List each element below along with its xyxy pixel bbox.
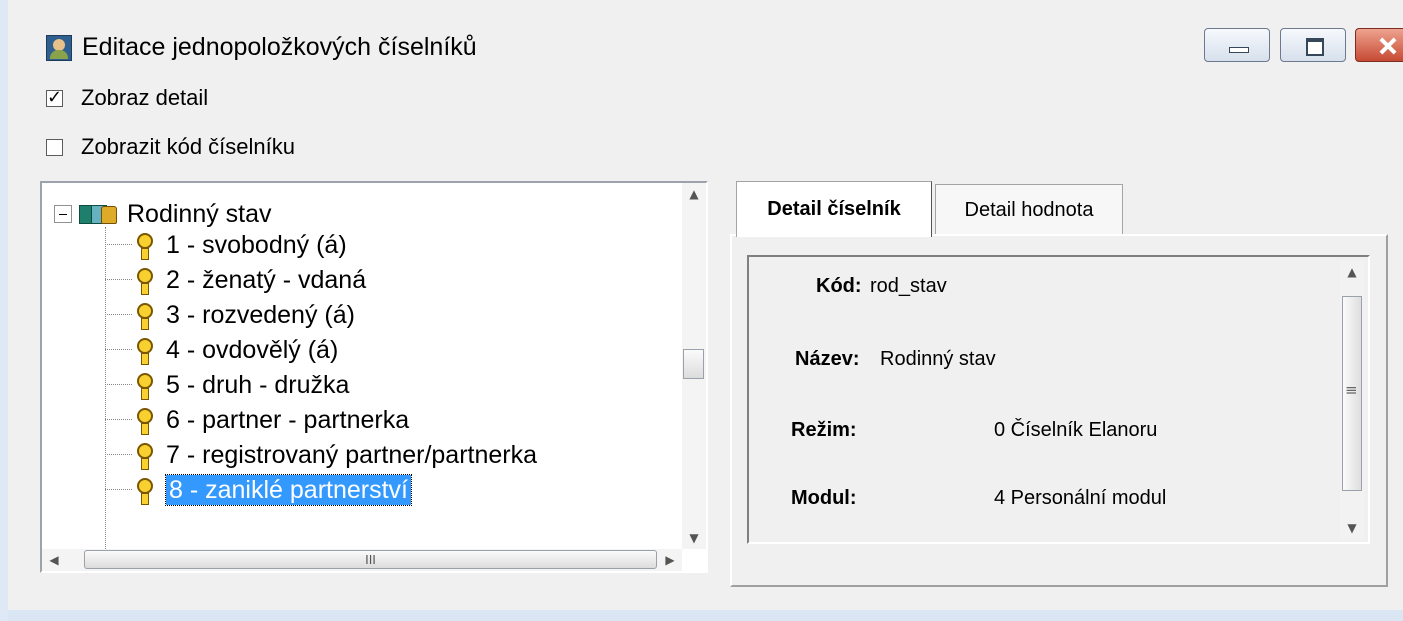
person-icon — [46, 35, 72, 61]
tree-branch-line — [105, 418, 132, 421]
tree-content: Rodinný stav 1 - svobodný (á) 2 - ženatý… — [42, 183, 682, 549]
tree-branch-line — [105, 453, 132, 456]
tree-item[interactable]: 4 - ovdovělý (á) — [105, 332, 338, 367]
vertical-scroll-thumb[interactable] — [683, 349, 704, 379]
show-code-label: Zobrazit kód číselníku — [81, 134, 295, 159]
tree-item[interactable]: 1 - svobodný (á) — [105, 227, 347, 262]
tree-item[interactable]: 6 - partner - partnerka — [105, 402, 409, 437]
tree-branch-line — [105, 383, 132, 386]
mode-label: Režim: — [791, 419, 857, 441]
tree-item-label: 8 - zaniklé partnerství — [165, 473, 412, 506]
tree-item[interactable]: 7 - registrovaný partner/partnerka — [105, 437, 537, 472]
tree-item-label: 2 - ženatý - vdaná — [166, 265, 367, 294]
tree-vertical-scrollbar[interactable]: ▲ ▼ — [682, 183, 706, 549]
name-label: Název: — [795, 348, 860, 370]
tree-item-label: 4 - ovdovělý (á) — [166, 335, 339, 364]
key-icon — [135, 371, 153, 400]
mode-value: 0 Číselník Elanoru — [994, 419, 1158, 441]
title-bar: Editace jednopoložkových číselníků — [16, 0, 1403, 80]
tree-item-label: 3 - rozvedený (á) — [166, 300, 355, 329]
code-value: rod_stav — [870, 275, 947, 297]
minimize-button[interactable] — [1204, 28, 1270, 62]
tree-item-selected[interactable]: 8 - zaniklé partnerství — [105, 472, 412, 507]
key-icon — [135, 476, 153, 505]
show-detail-checkbox[interactable] — [46, 87, 63, 108]
show-detail-option[interactable]: Zobraz detail — [46, 84, 208, 112]
key-icon — [135, 406, 153, 435]
module-label: Modul: — [791, 487, 857, 509]
show-code-checkbox[interactable] — [46, 138, 63, 156]
key-icon — [135, 266, 153, 295]
detail-tabs: Detail číselník Detail hodnota Kód: rod_… — [730, 181, 1390, 590]
scroll-down-icon[interactable]: ▼ — [682, 527, 706, 549]
tree-node-rodinny-stav[interactable]: Rodinný stav — [54, 196, 272, 231]
detail-scroll-thumb[interactable] — [1342, 296, 1362, 491]
scroll-right-icon[interactable]: ▶ — [658, 549, 682, 571]
scroll-down-icon[interactable]: ▼ — [1340, 517, 1364, 539]
key-icon — [135, 301, 153, 330]
horizontal-scroll-thumb[interactable]: III — [84, 550, 657, 569]
tree-item[interactable]: 2 - ženatý - vdaná — [105, 262, 366, 297]
scroll-up-icon[interactable]: ▲ — [682, 183, 706, 205]
show-code-option[interactable]: Zobrazit kód číselníku — [46, 133, 295, 161]
tree-item-label: 5 - druh - družka — [166, 370, 350, 399]
tree-item-label: 1 - svobodný (á) — [166, 230, 347, 259]
key-icon — [135, 231, 153, 260]
tree-branch-line — [105, 488, 132, 491]
codebook-tree[interactable]: Rodinný stav 1 - svobodný (á) 2 - ženatý… — [40, 181, 708, 573]
tree-branch-line — [105, 243, 132, 246]
tab-detail-codebook[interactable]: Detail číselník — [736, 181, 932, 237]
collapse-toggle[interactable] — [54, 204, 72, 223]
window-title: Editace jednopoložkových číselníků — [82, 33, 477, 61]
detail-box: Kód: rod_stav Název: Rodinný stav Režim:… — [747, 255, 1370, 544]
scroll-left-icon[interactable]: ◀ — [42, 549, 66, 571]
tree-item[interactable]: 3 - rozvedený (á) — [105, 297, 355, 332]
tree-item-label: 7 - registrovaný partner/partnerka — [166, 440, 538, 469]
tree-branch-line — [105, 278, 132, 281]
tree-horizontal-scrollbar[interactable]: ◀ III ▶ — [42, 549, 682, 571]
lock-icon-part — [101, 205, 117, 224]
main-window: Editace jednopoložkových číselníků Zobra… — [0, 0, 1403, 621]
maximize-button[interactable] — [1280, 28, 1346, 62]
codebook-icon — [79, 201, 117, 227]
tree-item[interactable]: 5 - druh - družka — [105, 367, 349, 402]
tree-root-label: Rodinný stav — [127, 199, 272, 228]
tree-branch-line — [105, 313, 132, 316]
code-label: Kód: — [816, 275, 862, 297]
tab-panel: Kód: rod_stav Název: Rodinný stav Režim:… — [730, 234, 1388, 587]
key-icon — [135, 336, 153, 365]
show-detail-label: Zobraz detail — [81, 85, 209, 110]
module-value: 4 Personální modul — [994, 487, 1167, 509]
key-icon — [135, 441, 153, 470]
close-button[interactable] — [1355, 28, 1403, 62]
tree-item-label: 6 - partner - partnerka — [166, 405, 410, 434]
window-bottom-border — [8, 610, 1403, 621]
tree-branch-line — [105, 348, 132, 351]
name-value: Rodinný stav — [880, 348, 996, 370]
scroll-up-icon[interactable]: ▲ — [1340, 261, 1364, 283]
detail-vertical-scrollbar[interactable]: ▲ ▼ — [1340, 261, 1364, 539]
tab-detail-value[interactable]: Detail hodnota — [935, 184, 1123, 236]
